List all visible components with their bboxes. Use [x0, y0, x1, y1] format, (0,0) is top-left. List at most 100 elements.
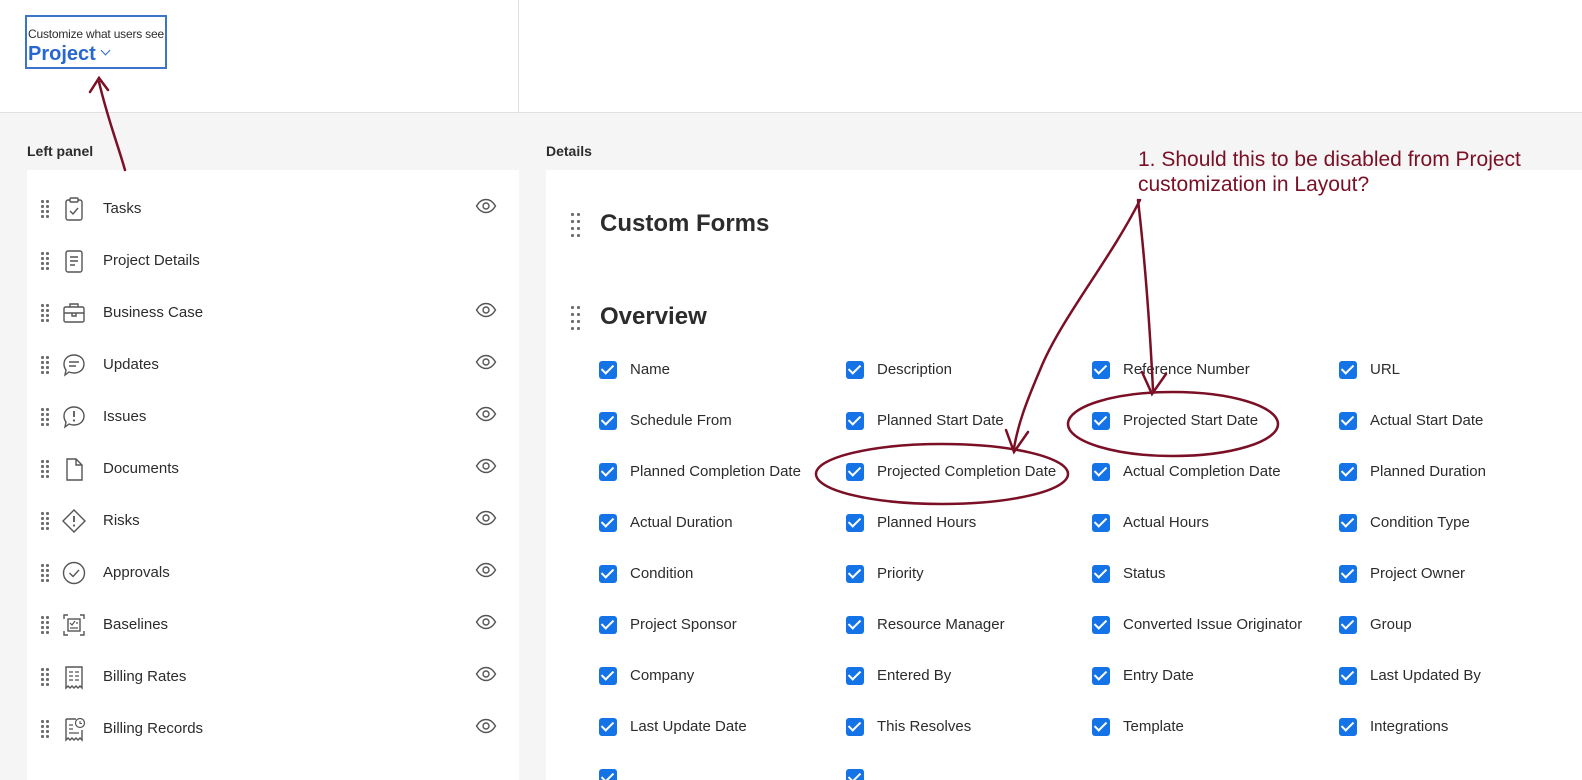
checkbox-checked[interactable]	[599, 412, 617, 430]
checkbox-checked[interactable]	[1339, 718, 1357, 736]
checkbox-checked[interactable]	[846, 616, 864, 634]
receipt-icon	[61, 664, 87, 690]
left-panel-item-approvals[interactable]: Approvals	[27, 548, 519, 600]
checkbox-checked[interactable]	[846, 463, 864, 481]
selector-caption: Customize what users see	[28, 27, 164, 41]
field-label: Schedule From	[630, 412, 732, 429]
checkbox-checked[interactable]	[846, 718, 864, 736]
checkbox-checked[interactable]	[1092, 565, 1110, 583]
chevron-down-icon	[100, 45, 111, 56]
drag-handle-icon[interactable]	[571, 213, 581, 237]
eye-icon[interactable]	[475, 718, 497, 734]
checkbox-checked[interactable]	[846, 412, 864, 430]
drag-handle-icon[interactable]	[41, 304, 49, 322]
drag-handle-icon[interactable]	[41, 460, 49, 478]
checkbox-checked[interactable]	[599, 769, 617, 780]
alert-bubble-icon	[61, 404, 87, 430]
field-label: Last Update Date	[630, 718, 747, 735]
checkbox-checked[interactable]	[1092, 361, 1110, 379]
checkbox-checked[interactable]	[599, 463, 617, 481]
field-label: Actual Duration	[630, 514, 733, 531]
drag-handle-icon[interactable]	[41, 200, 49, 218]
drag-handle-icon[interactable]	[41, 668, 49, 686]
drag-handle-icon[interactable]	[41, 356, 49, 374]
checkbox-checked[interactable]	[1092, 514, 1110, 532]
field-label: Planned Completion Date	[630, 463, 801, 480]
checkbox-checked[interactable]	[599, 718, 617, 736]
left-panel-item-baselines[interactable]: Baselines	[27, 600, 519, 652]
left-panel-item-project-details[interactable]: Project Details	[27, 236, 519, 288]
checkbox-checked[interactable]	[846, 667, 864, 685]
field-label: Actual Hours	[1123, 514, 1209, 531]
section-title-custom-forms: Custom Forms	[600, 210, 770, 237]
left-panel-item-tasks[interactable]: Tasks	[27, 184, 519, 236]
checkbox-checked[interactable]	[1092, 718, 1110, 736]
eye-icon[interactable]	[475, 302, 497, 318]
field-label: Planned Hours	[877, 514, 977, 531]
field-label: Projected Start Date	[1123, 412, 1259, 429]
checkbox-checked[interactable]	[599, 514, 617, 532]
checkbox-checked[interactable]	[599, 361, 617, 379]
checkbox-checked[interactable]	[1092, 463, 1110, 481]
eye-icon[interactable]	[475, 666, 497, 682]
drag-handle-icon[interactable]	[571, 306, 581, 330]
baseline-icon	[61, 612, 87, 638]
checkbox-checked[interactable]	[1339, 463, 1357, 481]
left-panel-item-updates[interactable]: Updates	[27, 340, 519, 392]
document-lines-icon	[61, 248, 87, 274]
eye-icon[interactable]	[475, 458, 497, 474]
field-label: This Resolves	[877, 718, 972, 735]
checkbox-checked[interactable]	[1092, 412, 1110, 430]
checkbox-checked[interactable]	[1339, 565, 1357, 583]
left-panel-item-billing-records[interactable]: Billing Records	[27, 704, 519, 756]
drag-handle-icon[interactable]	[41, 720, 49, 738]
eye-icon[interactable]	[475, 510, 497, 526]
eye-icon[interactable]	[475, 406, 497, 422]
field-label: Integrations	[1370, 718, 1449, 735]
field-label: Priority	[877, 565, 924, 582]
drag-handle-icon[interactable]	[41, 616, 49, 634]
checkbox-checked[interactable]	[1339, 616, 1357, 634]
field-label: Description	[877, 361, 953, 378]
checkbox-checked[interactable]	[1092, 667, 1110, 685]
object-type-selector[interactable]: Customize what users see Project	[25, 15, 167, 69]
top-bar: Customize what users see Project	[0, 0, 1582, 113]
left-panel-item-billing-rates[interactable]: Billing Rates	[27, 652, 519, 704]
left-panel-item-label: Billing Records	[103, 720, 204, 737]
section-title-overview: Overview	[600, 303, 707, 330]
checkbox-checked[interactable]	[599, 667, 617, 685]
checkbox-checked[interactable]	[1339, 514, 1357, 532]
field-label: Group	[1370, 616, 1412, 633]
drag-handle-icon[interactable]	[41, 408, 49, 426]
left-panel-item-documents[interactable]: Documents	[27, 444, 519, 496]
eye-icon[interactable]	[475, 614, 497, 630]
eye-icon[interactable]	[475, 198, 497, 214]
left-panel-item-risks[interactable]: Risks	[27, 496, 519, 548]
field-label: Project Sponsor	[630, 616, 737, 633]
left-panel-label: Left panel	[27, 143, 94, 159]
left-panel-item-business-case[interactable]: Business Case	[27, 288, 519, 340]
checkbox-checked[interactable]	[599, 565, 617, 583]
checkbox-checked[interactable]	[1092, 616, 1110, 634]
selector-value[interactable]: Project	[28, 43, 111, 66]
checkbox-checked[interactable]	[846, 565, 864, 583]
left-panel-item-label: Project Details	[103, 252, 200, 269]
checkbox-checked[interactable]	[1339, 412, 1357, 430]
left-panel-item-label: Billing Rates	[103, 668, 187, 685]
drag-handle-icon[interactable]	[41, 564, 49, 582]
left-panel-item-issues[interactable]: Issues	[27, 392, 519, 444]
drag-handle-icon[interactable]	[41, 512, 49, 530]
field-label: Entry Date	[1123, 667, 1194, 684]
checkbox-checked[interactable]	[846, 361, 864, 379]
checkbox-checked[interactable]	[1339, 361, 1357, 379]
field-label: Condition	[630, 565, 694, 582]
checkbox-checked[interactable]	[599, 616, 617, 634]
checkbox-checked[interactable]	[846, 514, 864, 532]
left-panel-item-label: Risks	[103, 512, 140, 529]
eye-icon[interactable]	[475, 562, 497, 578]
checkbox-checked[interactable]	[1339, 667, 1357, 685]
field-label: Planned Start Date	[877, 412, 1004, 429]
checkbox-checked[interactable]	[846, 769, 864, 780]
eye-icon[interactable]	[475, 354, 497, 370]
drag-handle-icon[interactable]	[41, 252, 49, 270]
